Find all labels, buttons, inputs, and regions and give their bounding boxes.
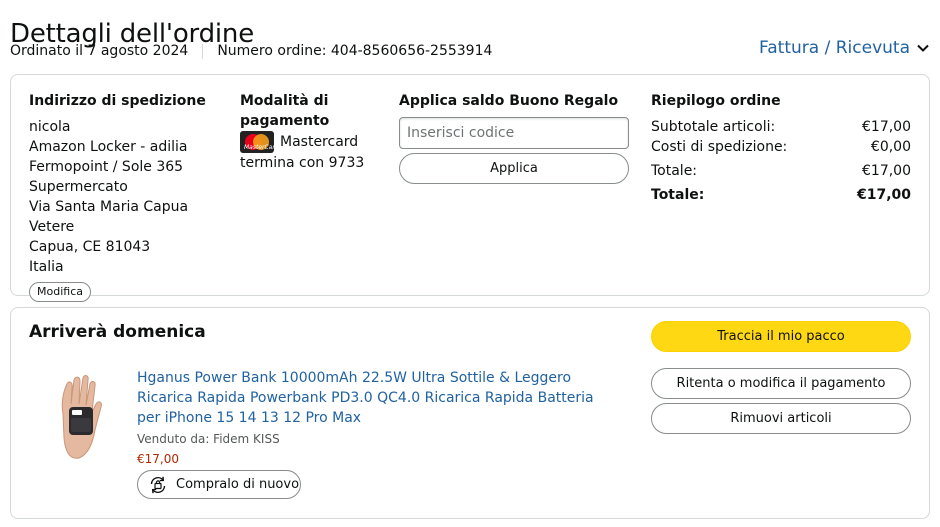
card-ending: termina con 9733: [240, 155, 365, 171]
grand-total-row: Totale: €17,00: [651, 185, 911, 205]
gift-code-input[interactable]: [399, 117, 629, 149]
order-summary-section: Riepilogo ordine Subtotale articoli: €17…: [651, 91, 911, 205]
address-line: nicola: [29, 119, 71, 135]
summary-row: Subtotale articoli: €17,00: [651, 117, 911, 137]
summary-value: €17,00: [856, 187, 911, 203]
address-line: Supermercato: [29, 179, 128, 195]
apply-button[interactable]: Applica: [399, 153, 629, 184]
shipping-heading: Indirizzo di spedizione: [29, 93, 206, 109]
payment-card-line: MasterCard Mastercard: [240, 131, 380, 153]
address-line: Via Santa Maria Capua Vetere: [29, 199, 189, 235]
order-date: Ordinato il 7 agosto 2024: [10, 43, 189, 59]
product-price: €17,00: [137, 452, 179, 466]
mastercard-icon: MasterCard: [240, 131, 274, 153]
summary-label: Subtotale articoli:: [651, 119, 776, 135]
summary-row: Totale: €17,00: [651, 161, 911, 181]
buy-again-label: Compralo di nuovo: [176, 477, 300, 492]
order-info-card: Indirizzo di spedizione nicola Amazon Lo…: [10, 74, 930, 302]
summary-row: Costi di spedizione: €0,00: [651, 137, 911, 157]
summary-value: €17,00: [862, 163, 911, 179]
payment-method-section: Modalità di pagamento MasterCard Masterc…: [240, 91, 380, 173]
summary-value: €17,00: [862, 119, 911, 135]
card-name: Mastercard: [280, 134, 359, 150]
product-image[interactable]: [55, 374, 105, 460]
summary-value: €0,00: [870, 139, 911, 155]
payment-heading: Modalità di pagamento: [240, 93, 330, 129]
shipment-card: Arriverà domenica Hganus Power Bank 1000…: [10, 307, 930, 519]
track-package-button[interactable]: Traccia il mio pacco: [651, 321, 911, 352]
gift-card-section: Applica saldo Buono Regalo Applica: [399, 91, 631, 184]
chevron-down-icon: [917, 44, 929, 52]
address-line: Amazon Locker - adilia: [29, 139, 188, 155]
summary-label: Costi di spedizione:: [651, 139, 788, 155]
address-line: Capua, CE 81043: [29, 239, 151, 255]
remove-items-button[interactable]: Rimuovi articoli: [651, 403, 911, 434]
summary-heading: Riepilogo ordine: [651, 93, 781, 109]
summary-label: Totale:: [651, 187, 705, 203]
shipping-address-section: Indirizzo di spedizione nicola Amazon Lo…: [29, 91, 229, 302]
retry-payment-button[interactable]: Ritenta o modifica il pagamento: [651, 368, 911, 399]
product-title-link[interactable]: Hganus Power Bank 10000mAh 22.5W Ultra S…: [137, 368, 615, 428]
gift-card-heading: Applica saldo Buono Regalo: [399, 93, 619, 109]
modify-address-button[interactable]: Modifica: [29, 282, 91, 302]
order-meta: Ordinato il 7 agosto 2024 Numero ordine:…: [10, 43, 492, 59]
seller-info: Venduto da: Fidem KISS: [137, 432, 280, 446]
order-number: Numero ordine: 404-8560656-2553914: [217, 43, 493, 59]
delivery-status: Arriverà domenica: [29, 322, 206, 342]
invoice-dropdown[interactable]: Fattura / Ricevuta: [759, 38, 930, 58]
invoice-link[interactable]: Fattura / Ricevuta: [759, 38, 910, 58]
summary-label: Totale:: [651, 163, 698, 179]
divider: [202, 43, 204, 59]
address-line: Italia: [29, 259, 64, 275]
address-line: Fermopoint / Sole 365: [29, 159, 184, 175]
buy-again-icon: [150, 476, 166, 493]
buy-again-button[interactable]: Compralo di nuovo: [137, 470, 301, 499]
